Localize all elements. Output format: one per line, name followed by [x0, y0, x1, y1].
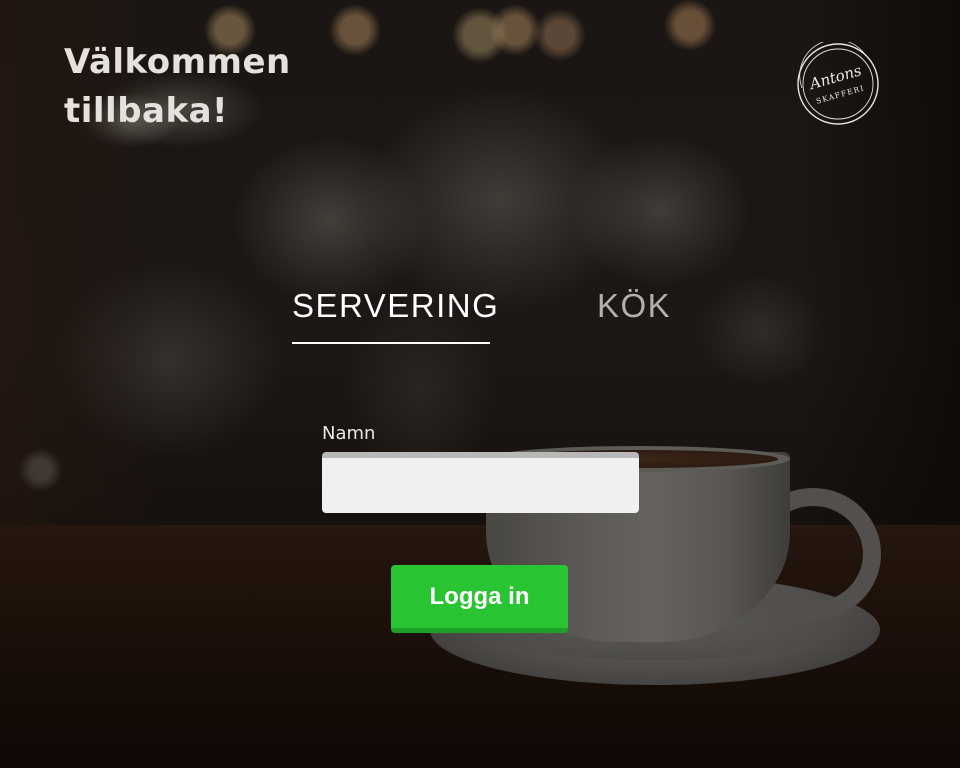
role-tabs: SERVERING KÖK: [0, 284, 960, 344]
name-input[interactable]: [322, 452, 639, 513]
login-screen: Välkommen tillbaka! Antons SKAFFERI SERV…: [0, 0, 960, 768]
tab-kok[interactable]: KÖK: [597, 284, 671, 342]
tab-servering-label: SERVERING: [292, 287, 500, 324]
login-button[interactable]: Logga in: [391, 565, 568, 633]
welcome-line-2: tillbaka!: [64, 91, 229, 131]
antons-skafferi-logo: Antons SKAFFERI: [797, 42, 879, 125]
welcome-heading: Välkommen tillbaka!: [64, 38, 364, 136]
welcome-line-1: Välkommen: [64, 42, 291, 82]
tab-servering[interactable]: SERVERING: [292, 284, 498, 344]
login-button-label: Logga in: [429, 582, 530, 610]
name-field-label: Namn: [322, 423, 376, 444]
tab-kok-label: KÖK: [597, 287, 672, 324]
